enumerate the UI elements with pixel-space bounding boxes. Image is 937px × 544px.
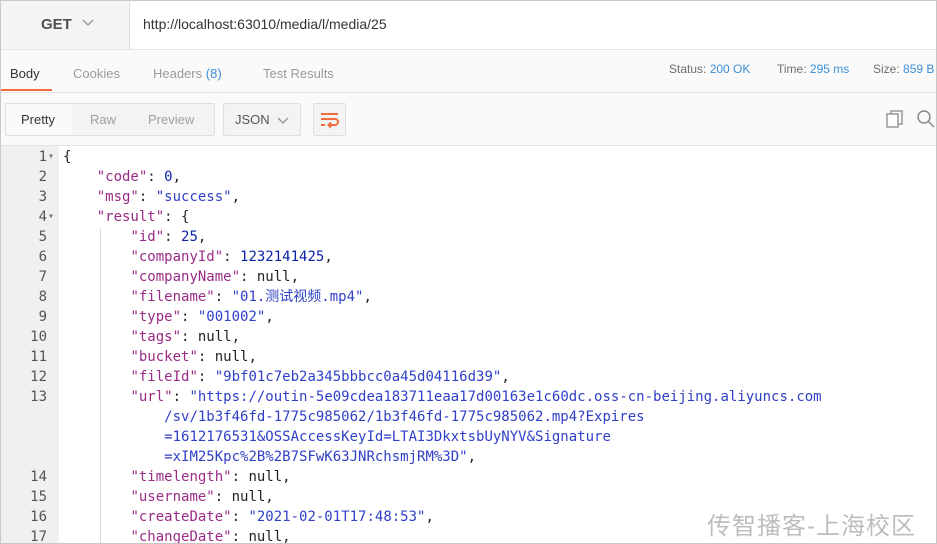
response-tabs: Body Cookies Headers (8) Test Results St… (1, 50, 936, 93)
code-text: { (63, 149, 72, 165)
line-number: 12 (30, 369, 47, 385)
code-line: 13 "url": "https://outin-5e09cdea183711e… (1, 387, 936, 407)
code-text: =1612176531&OSSAccessKeyId=LTAI3DkxtsbUy… (164, 429, 611, 445)
line-number: 11 (30, 349, 47, 365)
code-line: 3 "msg": "success", (1, 187, 936, 207)
code-text: "changeDate": null, (130, 529, 291, 544)
line-number: 2 (38, 169, 47, 185)
line-number: 17 (30, 529, 47, 544)
code-text: "filename": "01.测试视频.mp4", (130, 289, 372, 305)
code-line: /sv/1b3f46fd-1775c985062/1b3f46fd-1775c9… (1, 407, 936, 427)
app-window: GET http://localhost:63010/media/l/media… (0, 0, 937, 544)
line-number: 8 (38, 289, 47, 305)
tab-test-results[interactable]: Test Results (263, 66, 334, 81)
size-value: 859 B (903, 62, 935, 76)
code-line: 11 "bucket": null, (1, 347, 936, 367)
size-readout: Size: 859 B (873, 62, 934, 76)
line-number: 4 (38, 209, 47, 225)
active-tab-indicator (1, 89, 52, 91)
line-number: 15 (30, 489, 47, 505)
code-text: "msg": "success", (96, 189, 241, 205)
code-text: "companyName": null, (130, 269, 300, 285)
code-text: "type": "001002", (130, 309, 274, 325)
line-number: 7 (38, 269, 47, 285)
line-number: 5 (38, 229, 47, 245)
code-text: /sv/1b3f46fd-1775c985062/1b3f46fd-1775c9… (164, 409, 645, 425)
line-number: 16 (30, 509, 47, 525)
code-line: 8 "filename": "01.测试视频.mp4", (1, 287, 936, 307)
line-number: 1 (38, 149, 47, 165)
format-label: JSON (235, 112, 270, 127)
chevron-down-icon (277, 117, 289, 125)
headers-count: (8) (205, 66, 222, 81)
view-mode-selector: Pretty Raw Preview (5, 103, 215, 136)
time-readout: Time: 295 ms (777, 62, 849, 76)
response-toolbar: Pretty Raw Preview JSON (1, 93, 936, 146)
code-text: "username": null, (130, 489, 274, 505)
tab-body[interactable]: Body (10, 66, 40, 81)
watermark: 传智播客-上海校区 (707, 513, 916, 540)
code-text: "fileId": "9bf01c7eb2a345bbbcc0a45d04116… (130, 369, 510, 385)
status-readout: Status: 200 OK (669, 62, 750, 76)
code-text: "timelength": null, (130, 469, 291, 485)
status-value: 200 OK (709, 62, 751, 76)
line-number: 13 (30, 389, 47, 405)
code-text: "bucket": null, (130, 349, 257, 365)
view-raw-button[interactable]: Raw (90, 112, 116, 127)
code-line: 15 "username": null, (1, 487, 936, 507)
code-line: 6 "companyId": 1232141425, (1, 247, 936, 267)
copy-icon[interactable] (885, 109, 905, 129)
line-number: 3 (38, 189, 47, 205)
view-preview-button[interactable]: Preview (148, 112, 194, 127)
search-icon[interactable] (916, 109, 936, 129)
view-pretty-button[interactable]: Pretty (21, 112, 55, 127)
code-line: 4 ▾ "result": { (1, 207, 936, 227)
code-line: 5 "id": 25, (1, 227, 936, 247)
code-text: "id": 25, (130, 229, 207, 245)
url-input[interactable]: http://localhost:63010/media/l/media/25 (143, 16, 387, 32)
code-line: 1 ▾ { (1, 147, 936, 167)
code-text: "url": "https://outin-5e09cdea183711eaa1… (130, 389, 822, 405)
fold-toggle-icon[interactable]: ▾ (48, 147, 54, 167)
code-line: =1612176531&OSSAccessKeyId=LTAI3DkxtsbUy… (1, 427, 936, 447)
code-text: "createDate": "2021-02-01T17:48:53", (130, 509, 434, 525)
line-number: 14 (30, 469, 47, 485)
code-text: =xIM25Kpc%2B%2B7SFwK63JNRchsmjRM%3D", (164, 449, 477, 465)
chevron-down-icon (82, 19, 94, 27)
time-value: 295 ms (809, 62, 850, 76)
code-line: 9 "type": "001002", (1, 307, 936, 327)
code-line: 7 "companyName": null, (1, 267, 936, 287)
code-text: "code": 0, (96, 169, 182, 185)
code-line: 10 "tags": null, (1, 327, 936, 347)
time-label: Time: (777, 62, 807, 76)
code-text: "companyId": 1232141425, (130, 249, 333, 265)
method-select[interactable]: GET (1, 1, 130, 49)
code-line: 12 "fileId": "9bf01c7eb2a345bbbcc0a45d04… (1, 367, 936, 387)
status-label: Status: (669, 62, 707, 76)
response-body-editor[interactable]: 1 ▾{2 "code": 0, 3 "msg": "success", 4 ▾ "re… (1, 146, 936, 544)
size-label: Size: (873, 62, 900, 76)
request-bar: GET http://localhost:63010/media/l/media… (1, 1, 936, 50)
line-number: 10 (30, 329, 47, 345)
tab-headers[interactable]: Headers (8) (153, 66, 222, 81)
wrap-lines-icon (321, 113, 339, 129)
fold-toggle-icon[interactable]: ▾ (48, 207, 54, 227)
method-label: GET (41, 16, 72, 33)
code-text: "result": { (96, 209, 190, 225)
line-number: 9 (38, 309, 47, 325)
code-line: 2 "code": 0, (1, 167, 936, 187)
code-line: 14 "timelength": null, (1, 467, 936, 487)
tab-headers-label: Headers (153, 66, 203, 81)
tab-cookies[interactable]: Cookies (73, 66, 120, 81)
format-select[interactable]: JSON (223, 103, 301, 136)
line-number: 6 (38, 249, 47, 265)
wrap-lines-button[interactable] (313, 103, 346, 136)
code-line: =xIM25Kpc%2B%2B7SFwK63JNRchsmjRM%3D", (1, 447, 936, 467)
code-text: "tags": null, (130, 329, 241, 345)
